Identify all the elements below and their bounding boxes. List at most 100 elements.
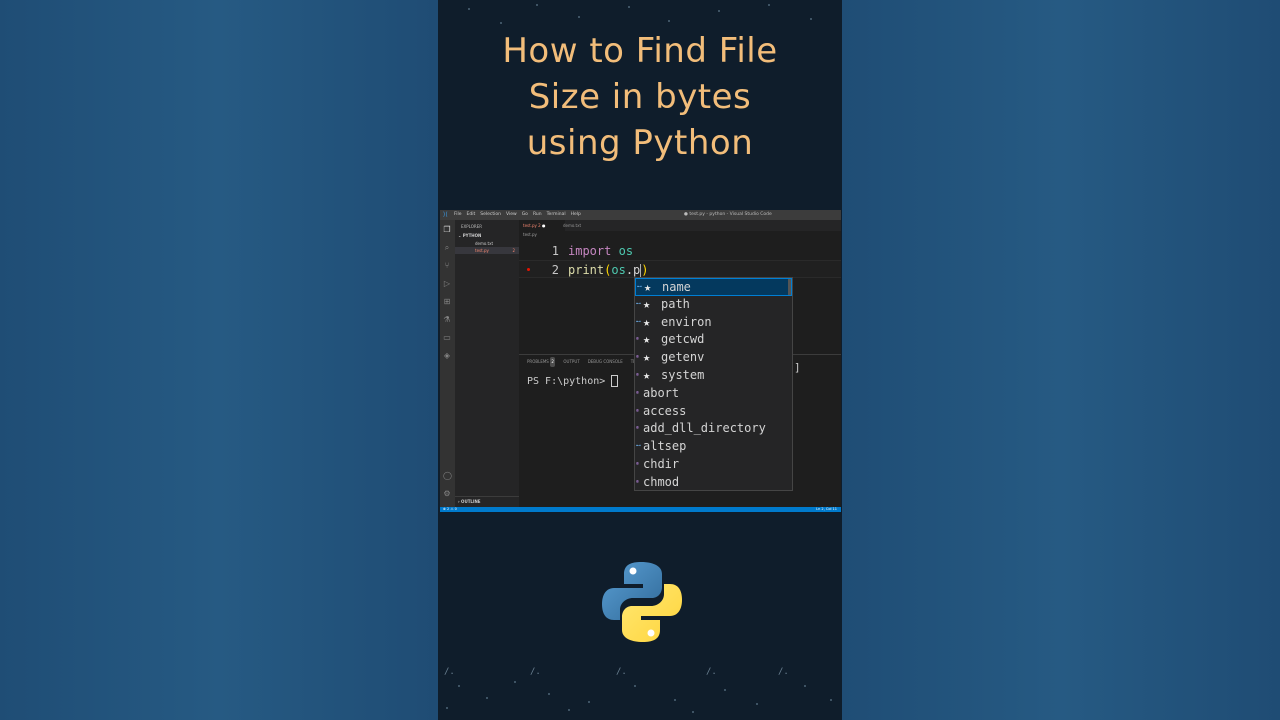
panel-tabs: PROBLEMS2 OUTPUT DEBUG CONSOLE TE [527, 357, 636, 367]
status-cursor-position[interactable]: Ln 2, Col 11 [816, 507, 837, 512]
menu-view[interactable]: View [506, 210, 517, 220]
menu-run[interactable]: Run [533, 210, 542, 220]
code-line-1[interactable]: 1 import os [519, 242, 841, 260]
menu-file[interactable]: File [454, 210, 462, 220]
decorative-dots-bottom: /. /. /. /. /. [438, 655, 842, 715]
terminal[interactable]: PS F:\python> [527, 375, 619, 387]
variable-icon: ⊷ [636, 300, 641, 307]
unsaved-dot-icon[interactable]: ● [542, 223, 546, 228]
menu-go[interactable]: Go [522, 210, 528, 220]
suggestion-item[interactable]: ⊚ add_dll_directory [635, 420, 792, 438]
star-icon: ★ [643, 314, 651, 329]
activity-bar: ❐ ⌕ ⑂ ▷ ⊞ ⚗ ▭ ◈ ◯ ⚙ [440, 220, 455, 507]
tab-problem-count: 2 [538, 223, 541, 228]
star-icon: ★ [643, 350, 651, 365]
tab-demo-txt[interactable]: demo.txt [559, 220, 601, 231]
method-icon: ⊚ [636, 336, 640, 343]
file-test-py[interactable]: test.py 2 [455, 247, 519, 254]
testing-icon[interactable]: ⚗ [443, 316, 451, 324]
tab-label: test.py [523, 223, 537, 228]
code-text-1: import os [568, 244, 634, 258]
python-logo-icon [602, 562, 682, 642]
suggestion-item[interactable]: ⊷ ★ environ [635, 314, 792, 332]
tab-debug-console[interactable]: DEBUG CONSOLE [588, 357, 623, 367]
python-icon[interactable]: ◈ [443, 352, 451, 360]
background-left [0, 0, 438, 720]
method-icon: ⊚ [636, 389, 640, 396]
gear-icon[interactable]: ⚙ [443, 490, 451, 498]
suggestion-item[interactable]: ⊚ ★ getcwd [635, 331, 792, 349]
menu-edit[interactable]: Edit [467, 210, 476, 220]
editor-tabs: test.py 2 ● demo.txt [519, 220, 841, 231]
suggestion-item[interactable]: ⊚ chdir [635, 456, 792, 474]
method-icon: ⊚ [636, 354, 640, 361]
suggestions-scrollbar[interactable] [788, 279, 791, 295]
menu-terminal[interactable]: Terminal [547, 210, 566, 220]
terminal-prompt: PS F:\python> [527, 376, 612, 387]
outline-label: OUTLINE [461, 499, 481, 504]
problems-count-badge: 2 [512, 248, 515, 253]
title-line-1: How to Find File [502, 31, 778, 71]
thumbnail-title: How to Find File Size in bytes using Pyt… [438, 28, 842, 166]
method-icon: ⊚ [636, 461, 640, 467]
file-demo-txt[interactable]: demo.txt [455, 240, 519, 247]
explorer-sidebar: EXPLORER ⌄ PYTHON demo.txt test.py 2 › O… [455, 220, 522, 512]
suggestion-item[interactable]: ⊚ ★ system [635, 367, 792, 385]
menu-selection[interactable]: Selection [480, 210, 501, 220]
background-right [842, 0, 1280, 720]
suggestion-item[interactable]: ⊷ ★ path [635, 296, 792, 314]
menu-help[interactable]: Help [571, 210, 581, 220]
file-label: demo.txt [475, 241, 494, 246]
tab-output[interactable]: OUTPUT [563, 357, 579, 367]
run-debug-icon[interactable]: ▷ [443, 280, 451, 288]
star-icon: ★ [643, 296, 651, 311]
outline-section[interactable]: › OUTLINE [458, 498, 522, 505]
suggestion-label: abort [643, 385, 680, 400]
account-icon[interactable]: ◯ [443, 472, 452, 480]
remote-explorer-icon[interactable]: ▭ [443, 334, 451, 342]
folder-label: PYTHON [462, 233, 482, 238]
suggestion-item[interactable]: ⊚ access [635, 403, 792, 421]
suggestion-label: getenv [661, 350, 705, 365]
suggestion-label: add_dll_directory [643, 421, 766, 436]
extensions-icon[interactable]: ⊞ [443, 298, 451, 306]
breadcrumb[interactable]: test.py [523, 232, 537, 237]
suggestion-label: access [643, 403, 687, 418]
vscode-logo-icon: ⟩⟨ [443, 211, 448, 218]
terminal-cursor [611, 375, 619, 387]
suggestion-item[interactable]: ⊷ ★ name [635, 278, 792, 296]
line-number: 1 [551, 244, 559, 258]
status-problems[interactable]: ⊗ 2 ⚠ 0 [443, 507, 457, 512]
folder-python[interactable]: ⌄ PYTHON [458, 232, 522, 239]
variable-icon: ⊷ [636, 443, 641, 450]
explorer-icon[interactable]: ❐ [443, 226, 451, 234]
menu-bar: File Edit Selection View Go Run Terminal… [454, 210, 581, 220]
search-icon[interactable]: ⌕ [443, 244, 451, 252]
star-icon: ★ [643, 332, 651, 347]
panel-bracket: ] [794, 361, 801, 374]
suggestion-item[interactable]: ⊷ altsep [635, 438, 792, 456]
title-bar: ⟩⟨ File Edit Selection View Go Run Termi… [440, 210, 841, 220]
method-icon: ⊚ [636, 372, 640, 378]
line-number: 2 [551, 263, 559, 277]
suggestion-label: altsep [643, 439, 687, 454]
suggestion-label: name [662, 280, 691, 294]
tab-label: demo.txt [563, 223, 582, 228]
code-line-2[interactable]: 2 print(os.p) [519, 260, 841, 278]
suggestion-item[interactable]: ⊚ ★ getenv [635, 349, 792, 367]
suggestion-label: chmod [643, 474, 680, 489]
title-line-2: Size in bytes [528, 77, 752, 117]
variable-icon: ⊷ [637, 284, 642, 290]
suggestion-label: getcwd [661, 332, 705, 347]
tab-problems[interactable]: PROBLEMS 2 [527, 357, 556, 367]
suggestion-item[interactable]: ⊚ chmod [635, 474, 792, 490]
suggestion-item[interactable]: ⊚ abort [635, 385, 792, 403]
suggestion-label: chdir [643, 457, 680, 471]
source-control-icon[interactable]: ⑂ [443, 262, 451, 270]
star-icon: ★ [643, 368, 651, 382]
method-icon: ⊚ [636, 478, 640, 485]
method-icon: ⊚ [636, 425, 640, 432]
star-icon: ★ [644, 280, 652, 294]
suggestion-label: path [661, 296, 690, 311]
file-label: test.py [475, 248, 489, 253]
